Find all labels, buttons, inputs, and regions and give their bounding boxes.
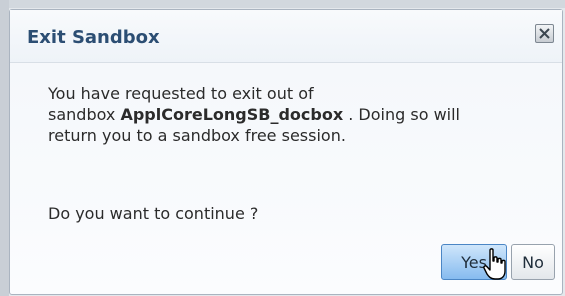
message-line-1: You have requested to exit out of	[48, 84, 314, 103]
message-line-2: sandbox ApplCoreLongSB_docbox . Doing so…	[48, 104, 548, 125]
close-button[interactable]	[535, 24, 554, 43]
sandbox-name: ApplCoreLongSB_docbox	[120, 105, 344, 124]
confirm-question: Do you want to continue ?	[48, 204, 259, 223]
no-button[interactable]: No	[511, 244, 555, 280]
message-sandbox-prefix: sandbox	[48, 105, 121, 124]
exit-sandbox-dialog: Exit Sandbox You have requested to exit …	[9, 9, 563, 295]
background-left-strip	[0, 0, 9, 296]
pointer-hand-icon	[483, 248, 506, 280]
message-line-3: return you to a sandbox free session.	[48, 126, 346, 145]
background-top-strip	[0, 0, 565, 8]
close-icon	[539, 28, 550, 39]
message-sandbox-suffix: . Doing so will	[343, 105, 460, 124]
dialog-title: Exit Sandbox	[27, 27, 160, 48]
dialog-message: You have requested to exit out of sandbo…	[48, 83, 548, 146]
dialog-title-bar: Exit Sandbox	[10, 10, 562, 63]
